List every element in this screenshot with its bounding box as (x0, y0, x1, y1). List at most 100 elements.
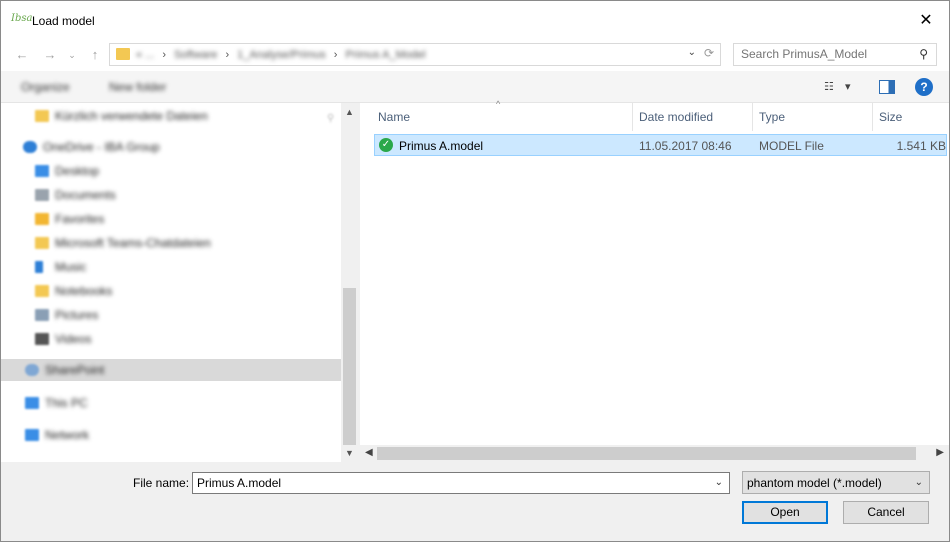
sidebar-item-label: Microsoft Teams-Chatdateien (55, 236, 211, 250)
new-folder-button[interactable]: New folder (109, 80, 166, 94)
breadcrumb-item[interactable]: Primus A_Model (345, 49, 425, 61)
back-button[interactable]: ← (13, 46, 31, 64)
sidebar-item-network[interactable]: Network (1, 424, 341, 446)
refresh-icon[interactable]: ⟳ (704, 46, 714, 60)
sidebar-item-label: Kürzlich verwendete Dateien (55, 109, 208, 123)
help-icon[interactable]: ? (915, 78, 933, 96)
search-box[interactable]: ⚲ (733, 43, 937, 66)
app-logo: Ibsa (11, 13, 33, 24)
forward-arrow-icon: → (43, 47, 57, 62)
sidebar-item-label: Desktop (55, 164, 100, 178)
video-icon (35, 333, 49, 345)
scroll-right-icon[interactable]: ▶ (936, 447, 944, 458)
title-bar: Ibsa Load model ✕ (1, 1, 949, 39)
file-type: MODEL File (759, 139, 824, 153)
up-arrow-icon: ↑ (91, 47, 99, 62)
file-list-scrollbar[interactable]: ◀ ▶ (360, 445, 949, 462)
chevron-down-icon: ▾ (844, 81, 851, 93)
file-date: 11.05.2017 08:46 (639, 139, 732, 153)
sidebar-item-label: Pictures (55, 308, 99, 322)
sidebar-item-videos[interactable]: Videos (1, 328, 341, 350)
filename-input[interactable] (197, 476, 697, 490)
cloud-icon (23, 141, 37, 153)
sidebar-item-documents[interactable]: Documents (1, 184, 341, 206)
breadcrumb-item[interactable]: 1_Analyse/Primus (237, 49, 326, 61)
navigation-pane-scrollbar[interactable]: ▲ ▼ (341, 103, 358, 462)
sidebar-item-pictures[interactable]: Pictures (1, 304, 341, 326)
file-list-pane: Name ^ Date modified Type Size ✓ Primus … (360, 99, 949, 462)
search-icon[interactable]: ⚲ (919, 47, 928, 61)
column-label: Size (879, 110, 903, 124)
chevron-right-icon: › (333, 49, 338, 61)
breadcrumb-item[interactable]: « ... (136, 49, 154, 61)
breadcrumb: « ... › Software › 1_Analyse/Primus › Pr… (136, 48, 426, 62)
filename-label: File name: (133, 476, 190, 490)
file-type-filter[interactable]: phantom model (*.model) ⌄ (742, 471, 930, 494)
column-label: Date modified (639, 110, 714, 124)
load-model-dialog: Ibsa Load model ✕ ← → ⌄ ↑ « ... › Softwa… (0, 0, 950, 542)
sidebar-item-sharepoint[interactable]: SharePoint (1, 359, 341, 381)
sort-ascending-icon: ^ (496, 99, 501, 109)
up-button[interactable]: ↑ (86, 46, 104, 64)
scroll-up-icon[interactable]: ▲ (345, 107, 354, 117)
sidebar-item-label: OneDrive - IBA Group (43, 140, 160, 154)
folder-icon (35, 285, 49, 297)
desktop-icon (35, 165, 49, 177)
close-button[interactable]: ✕ (903, 1, 949, 39)
organize-button[interactable]: Organize (21, 80, 70, 94)
close-icon: ✕ (919, 12, 933, 29)
navigation-row: ← → ⌄ ↑ « ... › Software › 1_Analyse/Pri… (1, 39, 949, 71)
sidebar-item-label: SharePoint (45, 363, 105, 377)
column-header-date[interactable]: Date modified (633, 103, 753, 131)
sidebar-item-label: Notebooks (55, 284, 113, 298)
breadcrumb-item[interactable]: Software (174, 49, 217, 61)
scrollbar-thumb[interactable] (343, 288, 356, 445)
computer-icon (25, 397, 39, 409)
scrollbar-thumb[interactable] (377, 447, 916, 460)
address-bar[interactable]: « ... › Software › 1_Analyse/Primus › Pr… (109, 43, 721, 66)
navigation-pane: Kürzlich verwendete Dateien ⚲ OneDrive -… (1, 103, 358, 462)
column-header-size[interactable]: Size (873, 103, 949, 131)
filename-combobox[interactable]: ⌄ (192, 472, 730, 494)
sidebar-item-onedrive[interactable]: OneDrive - IBA Group (1, 136, 341, 158)
forward-button[interactable]: → (41, 46, 59, 64)
open-button[interactable]: Open (742, 501, 828, 524)
sidebar-item-music[interactable]: Music (1, 256, 341, 278)
folder-icon (116, 48, 130, 60)
recent-locations-button[interactable]: ⌄ (63, 46, 81, 64)
preview-pane-button[interactable] (879, 80, 895, 94)
model-file-icon: ✓ (379, 138, 393, 152)
chevron-right-icon: › (225, 49, 230, 61)
search-input[interactable] (741, 47, 909, 61)
address-dropdown-icon[interactable]: ⌄ (688, 47, 696, 58)
sidebar-item-label: Network (45, 428, 90, 442)
file-type-filter-value: phantom model (*.model) (747, 476, 882, 490)
sidebar-item-this-pc[interactable]: This PC (1, 392, 341, 414)
scroll-down-icon[interactable]: ▼ (345, 448, 354, 458)
sidebar-item-favorites[interactable]: Favorites (1, 208, 341, 230)
sidebar-item-desktop[interactable]: Desktop (1, 160, 341, 182)
chevron-down-icon: ⌄ (914, 477, 923, 488)
cancel-button[interactable]: Cancel (843, 501, 929, 524)
scroll-left-icon[interactable]: ◀ (365, 447, 373, 458)
folder-icon (35, 110, 49, 122)
sidebar-item-notebooks[interactable]: Notebooks (1, 280, 341, 302)
document-icon (35, 189, 49, 201)
view-options-button[interactable]: ☷ ▾ (824, 80, 850, 93)
chevron-right-icon: › (162, 49, 167, 61)
sidebar-item-recent-files[interactable]: Kürzlich verwendete Dateien ⚲ (1, 105, 341, 127)
sidebar-item-label: This PC (45, 396, 88, 410)
back-arrow-icon: ← (15, 47, 29, 62)
sidebar-item-label: Music (55, 260, 87, 274)
column-header-type[interactable]: Type (753, 103, 873, 131)
chevron-down-icon[interactable]: ⌄ (715, 477, 723, 488)
column-header-name[interactable]: Name ^ (360, 99, 633, 131)
sidebar-item-teams-chat-files[interactable]: Microsoft Teams-Chatdateien (1, 232, 341, 254)
toolbar: Organize New folder ☷ ▾ ? (1, 71, 949, 103)
column-label: Name (378, 110, 411, 124)
column-label: Type (759, 110, 786, 124)
pictures-icon (35, 309, 49, 321)
file-name: Primus A.model (399, 139, 484, 153)
sidebar-item-label: Favorites (55, 212, 105, 226)
table-row[interactable]: ✓ Primus A.model 11.05.2017 08:46 MODEL … (374, 134, 947, 156)
